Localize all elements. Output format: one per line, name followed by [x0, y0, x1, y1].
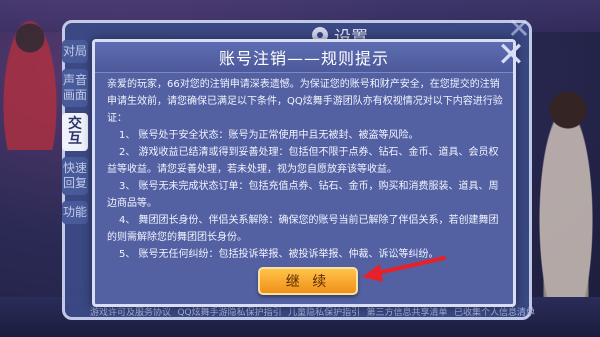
account-deletion-dialog: 账号注销——规则提示 ✕ 亲爱的玩家，66对您的注销申请深表遗憾。为保证您的账号… [92, 38, 525, 307]
rule-item: 4、 舞团团长身份、伴侣关系解除：确保您的账号当前已解除了伴侣关系，若创建舞团的… [107, 215, 499, 243]
right-character-image [530, 70, 600, 320]
rule-item: 1、 账号处于安全状态：账号为正常使用中且无被封、被盗等风险。 [119, 130, 419, 141]
dialog-title: 账号注销——规则提示 [218, 49, 389, 68]
dialog-close-icon[interactable]: ✕ [489, 36, 533, 74]
tab-interaction[interactable]: 交互 [62, 113, 88, 151]
rule-item: 5、 账号无任何纠纷：包括投诉举报、被投诉举报、仲裁、诉讼等纠纷。 [119, 249, 439, 260]
rule-item: 3、 账号无未完成状态订单：包括充值点券、钻石、金币，购买和消费服装、道具、周边… [107, 181, 499, 209]
left-character-image [0, 10, 60, 150]
continue-button[interactable]: 继 续 [258, 267, 358, 295]
settings-side-tabs: 对局 声音画面 交互 快速回复 功能 [62, 40, 90, 230]
tab-sound-display[interactable]: 声音画面 [62, 69, 88, 107]
dialog-body: 亲爱的玩家，66对您的注销申请深表遗憾。为保证您的账号和财产安全，在您提交的注销… [107, 76, 503, 263]
tab-quick-reply[interactable]: 快速回复 [62, 157, 88, 195]
tab-match[interactable]: 对局 [62, 40, 88, 63]
tab-function[interactable]: 功能 [62, 201, 88, 224]
dialog-header: 账号注销——规则提示 [95, 42, 513, 73]
rule-item: 2、 游戏收益已结清或得到妥善处理：包括但不限于点券、钻石、金币、道具、会员权益… [107, 147, 499, 175]
dialog-intro: 亲爱的玩家，66对您的注销申请深表遗憾。为保证您的账号和财产安全，在您提交的注销… [107, 79, 503, 124]
